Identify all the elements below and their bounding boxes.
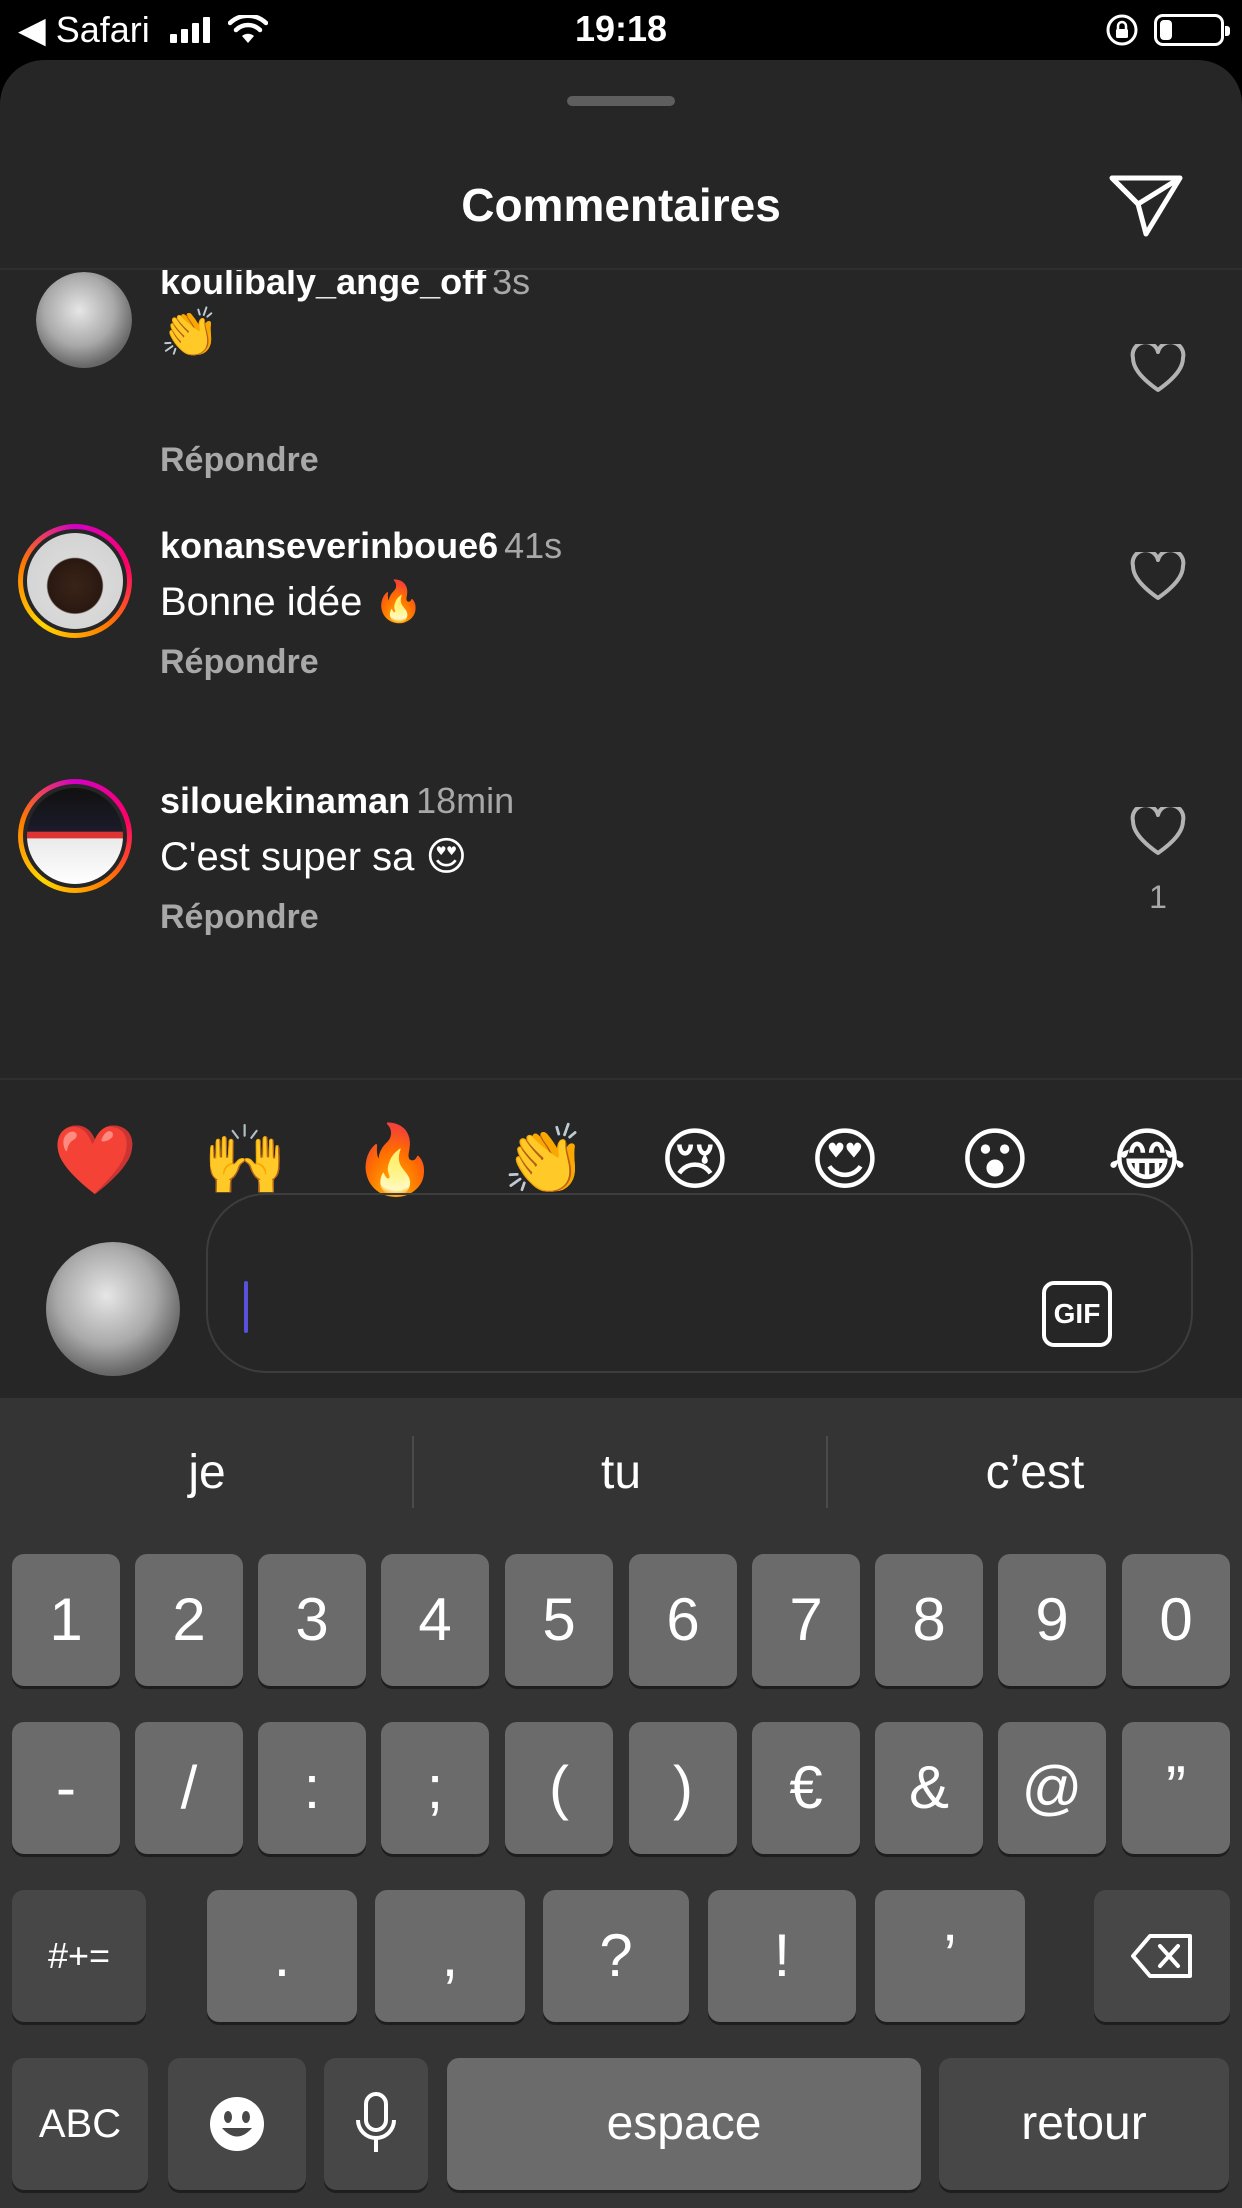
key-3[interactable]: 3: [258, 1554, 366, 1686]
heart-icon[interactable]: [1130, 344, 1186, 394]
comment-username[interactable]: konanseverinboue6 41s: [160, 524, 562, 568]
text-caret: [244, 1281, 248, 1333]
key-at[interactable]: @: [998, 1722, 1106, 1854]
status-right: [1104, 10, 1230, 50]
heart-icon[interactable]: [1130, 807, 1186, 857]
key-question[interactable]: ?: [543, 1890, 689, 2022]
clock: 19:18: [574, 8, 668, 49]
key-ampersand[interactable]: &: [875, 1722, 983, 1854]
microphone-icon: [356, 2092, 396, 2152]
keyboard: je tu c’est 1 2 3 4 5 6 7 8 9 0 - / : ; …: [0, 1398, 1242, 2208]
reply-button[interactable]: Répondre: [160, 438, 319, 482]
comment-text: 👏: [160, 307, 220, 360]
comment-time: 3s: [492, 270, 531, 302]
comment-time: 41s: [504, 525, 563, 566]
avatar[interactable]: [18, 524, 132, 638]
key-close-paren[interactable]: ): [629, 1722, 737, 1854]
sheet-title: Commentaires: [461, 179, 781, 231]
comment-item: silouekinaman 18min C'est super sa 😍 Répo…: [0, 779, 1242, 1029]
comment-input[interactable]: GIF: [206, 1193, 1193, 1373]
backspace-key[interactable]: [1094, 1890, 1230, 2022]
orientation-lock-icon: [1106, 14, 1138, 46]
suggestion-2[interactable]: tu: [414, 1438, 828, 1508]
key-quote[interactable]: ”: [1122, 1722, 1230, 1854]
suggestion-1[interactable]: je: [0, 1438, 414, 1508]
comment-item: koulibaly_ange_off 3s 👏 Répondre: [0, 270, 1242, 510]
key-colon[interactable]: :: [258, 1722, 366, 1854]
key-2[interactable]: 2: [135, 1554, 243, 1686]
emoji-key[interactable]: [168, 2058, 306, 2190]
reply-button[interactable]: Répondre: [160, 895, 319, 939]
avatar[interactable]: [36, 272, 132, 368]
key-6[interactable]: 6: [629, 1554, 737, 1686]
key-apostrophe[interactable]: ’: [875, 1890, 1025, 2022]
like-count: 1: [1149, 879, 1167, 915]
emoji-icon: [210, 2097, 264, 2151]
key-open-paren[interactable]: (: [505, 1722, 613, 1854]
key-period[interactable]: .: [207, 1890, 357, 2022]
comment-text: C'est super sa 😍: [160, 835, 468, 879]
comment-text: Bonne idée 🔥: [160, 580, 424, 624]
battery-level: [1160, 20, 1172, 40]
sheet-drag-handle[interactable]: [567, 96, 675, 106]
reaction-heart[interactable]: ❤️: [35, 1100, 155, 1220]
comments-list[interactable]: koulibaly_ange_off 3s 👏 Répondre konansev…: [0, 270, 1242, 1078]
key-hyphen[interactable]: -: [12, 1722, 120, 1854]
key-euro[interactable]: €: [752, 1722, 860, 1854]
key-9[interactable]: 9: [998, 1554, 1106, 1686]
return-key[interactable]: retour: [939, 2058, 1229, 2190]
reply-button[interactable]: Répondre: [160, 640, 319, 684]
key-4[interactable]: 4: [381, 1554, 489, 1686]
status-bar: ◀ Safari 19:18: [0, 0, 1242, 60]
mic-key[interactable]: [324, 2058, 428, 2190]
key-0[interactable]: 0: [1122, 1554, 1230, 1686]
emoji-divider: [0, 1078, 1242, 1080]
battery-icon: [1154, 14, 1230, 46]
my-avatar: [46, 1242, 180, 1376]
comment-item: konanseverinboue6 41s Bonne idée 🔥 Répond…: [0, 524, 1242, 774]
suggestion-3[interactable]: c’est: [828, 1438, 1242, 1508]
comment-username[interactable]: silouekinaman 18min: [160, 779, 514, 823]
space-key[interactable]: espace: [447, 2058, 921, 2190]
key-symbols[interactable]: #+=: [12, 1890, 146, 2022]
comments-sheet: Commentaires koulibaly_ange_off 3s 👏 Répo…: [0, 60, 1242, 1398]
key-exclamation[interactable]: !: [708, 1890, 856, 2022]
key-abc[interactable]: ABC: [12, 2058, 148, 2190]
backspace-icon: [1131, 1934, 1192, 1978]
avatar[interactable]: [18, 779, 132, 893]
heart-icon[interactable]: [1130, 552, 1186, 602]
comment-username[interactable]: koulibaly_ange_off 3s: [160, 270, 530, 304]
key-7[interactable]: 7: [752, 1554, 860, 1686]
key-slash[interactable]: /: [135, 1722, 243, 1854]
gif-button[interactable]: GIF: [1042, 1281, 1112, 1347]
key-comma[interactable]: ,: [375, 1890, 525, 2022]
key-5[interactable]: 5: [505, 1554, 613, 1686]
paper-plane-icon[interactable]: [1106, 170, 1186, 240]
key-1[interactable]: 1: [12, 1554, 120, 1686]
key-semicolon[interactable]: ;: [381, 1722, 489, 1854]
key-8[interactable]: 8: [875, 1554, 983, 1686]
comment-time: 18min: [416, 780, 515, 821]
